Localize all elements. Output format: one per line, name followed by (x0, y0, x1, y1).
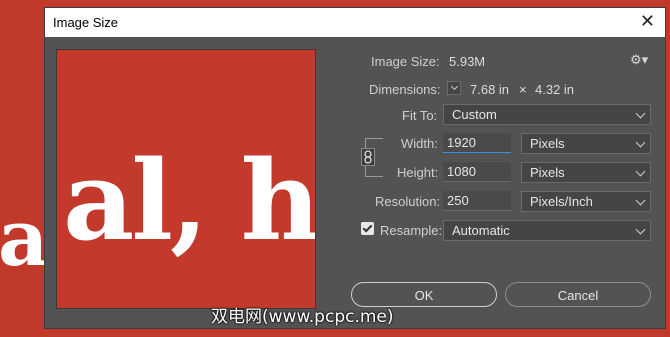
watermark: 双电网(www.pcpc.me) (211, 307, 394, 327)
chevron-down-icon (450, 82, 459, 91)
image-size-value: 5.93M (449, 54, 486, 69)
dimensions-unit-dropdown[interactable] (447, 81, 461, 95)
height-unit-value: Pixels (530, 165, 565, 180)
width-label: Width: (401, 136, 438, 151)
chevron-down-icon (635, 166, 646, 177)
resolution-unit-value: Pixels/Inch (530, 194, 593, 209)
height-label: Height: (397, 165, 439, 180)
chevron-down-icon (635, 137, 646, 148)
resample-select[interactable]: Automatic (443, 220, 651, 241)
link-bracket-top-vertical (365, 138, 366, 148)
height-input[interactable]: 1080 (443, 162, 511, 182)
width-input[interactable]: 1920 (443, 133, 511, 153)
cancel-button[interactable]: Cancel (505, 282, 651, 307)
image-size-dialog: Image Size ✕ al, ho Image Size: 5.93M ⚙▾… (45, 8, 665, 328)
chevron-down-icon (635, 108, 646, 119)
dimensions-label: Dimensions: (369, 82, 441, 97)
link-bracket-bottom (365, 176, 383, 177)
gear-icon[interactable]: ⚙▾ (630, 52, 648, 68)
fit-to-value: Custom (452, 107, 497, 122)
chevron-down-icon (635, 195, 646, 206)
fit-to-label: Fit To: (402, 108, 438, 123)
resample-checkbox[interactable] (361, 222, 374, 235)
resample-label: Resample: (380, 223, 443, 238)
width-unit-value: Pixels (530, 136, 565, 151)
resolution-input[interactable]: 250 (443, 191, 511, 211)
dimensions-width: 7.68 in (470, 82, 510, 97)
constrain-proportions-link-icon[interactable] (361, 148, 375, 166)
dialog-titlebar: Image Size ✕ (45, 8, 665, 37)
image-size-label: Image Size: (371, 54, 440, 69)
link-bracket-top (365, 138, 383, 139)
close-icon[interactable]: ✕ (640, 11, 655, 31)
dimensions-height: 4.32 in (535, 82, 575, 97)
fit-to-select[interactable]: Custom (443, 104, 651, 125)
width-unit-select[interactable]: Pixels (521, 133, 651, 154)
link-bracket-bottom-vertical (365, 166, 366, 176)
resample-value: Automatic (452, 223, 510, 238)
chevron-down-icon (635, 224, 646, 235)
image-preview: al, ho (56, 49, 316, 309)
dialog-title: Image Size (53, 15, 119, 30)
preview-text: al, ho (63, 136, 316, 265)
resolution-unit-select[interactable]: Pixels/Inch (521, 191, 651, 212)
dimensions-times: × (519, 82, 527, 97)
resolution-label: Resolution: (375, 194, 441, 209)
height-unit-select[interactable]: Pixels (521, 162, 651, 183)
